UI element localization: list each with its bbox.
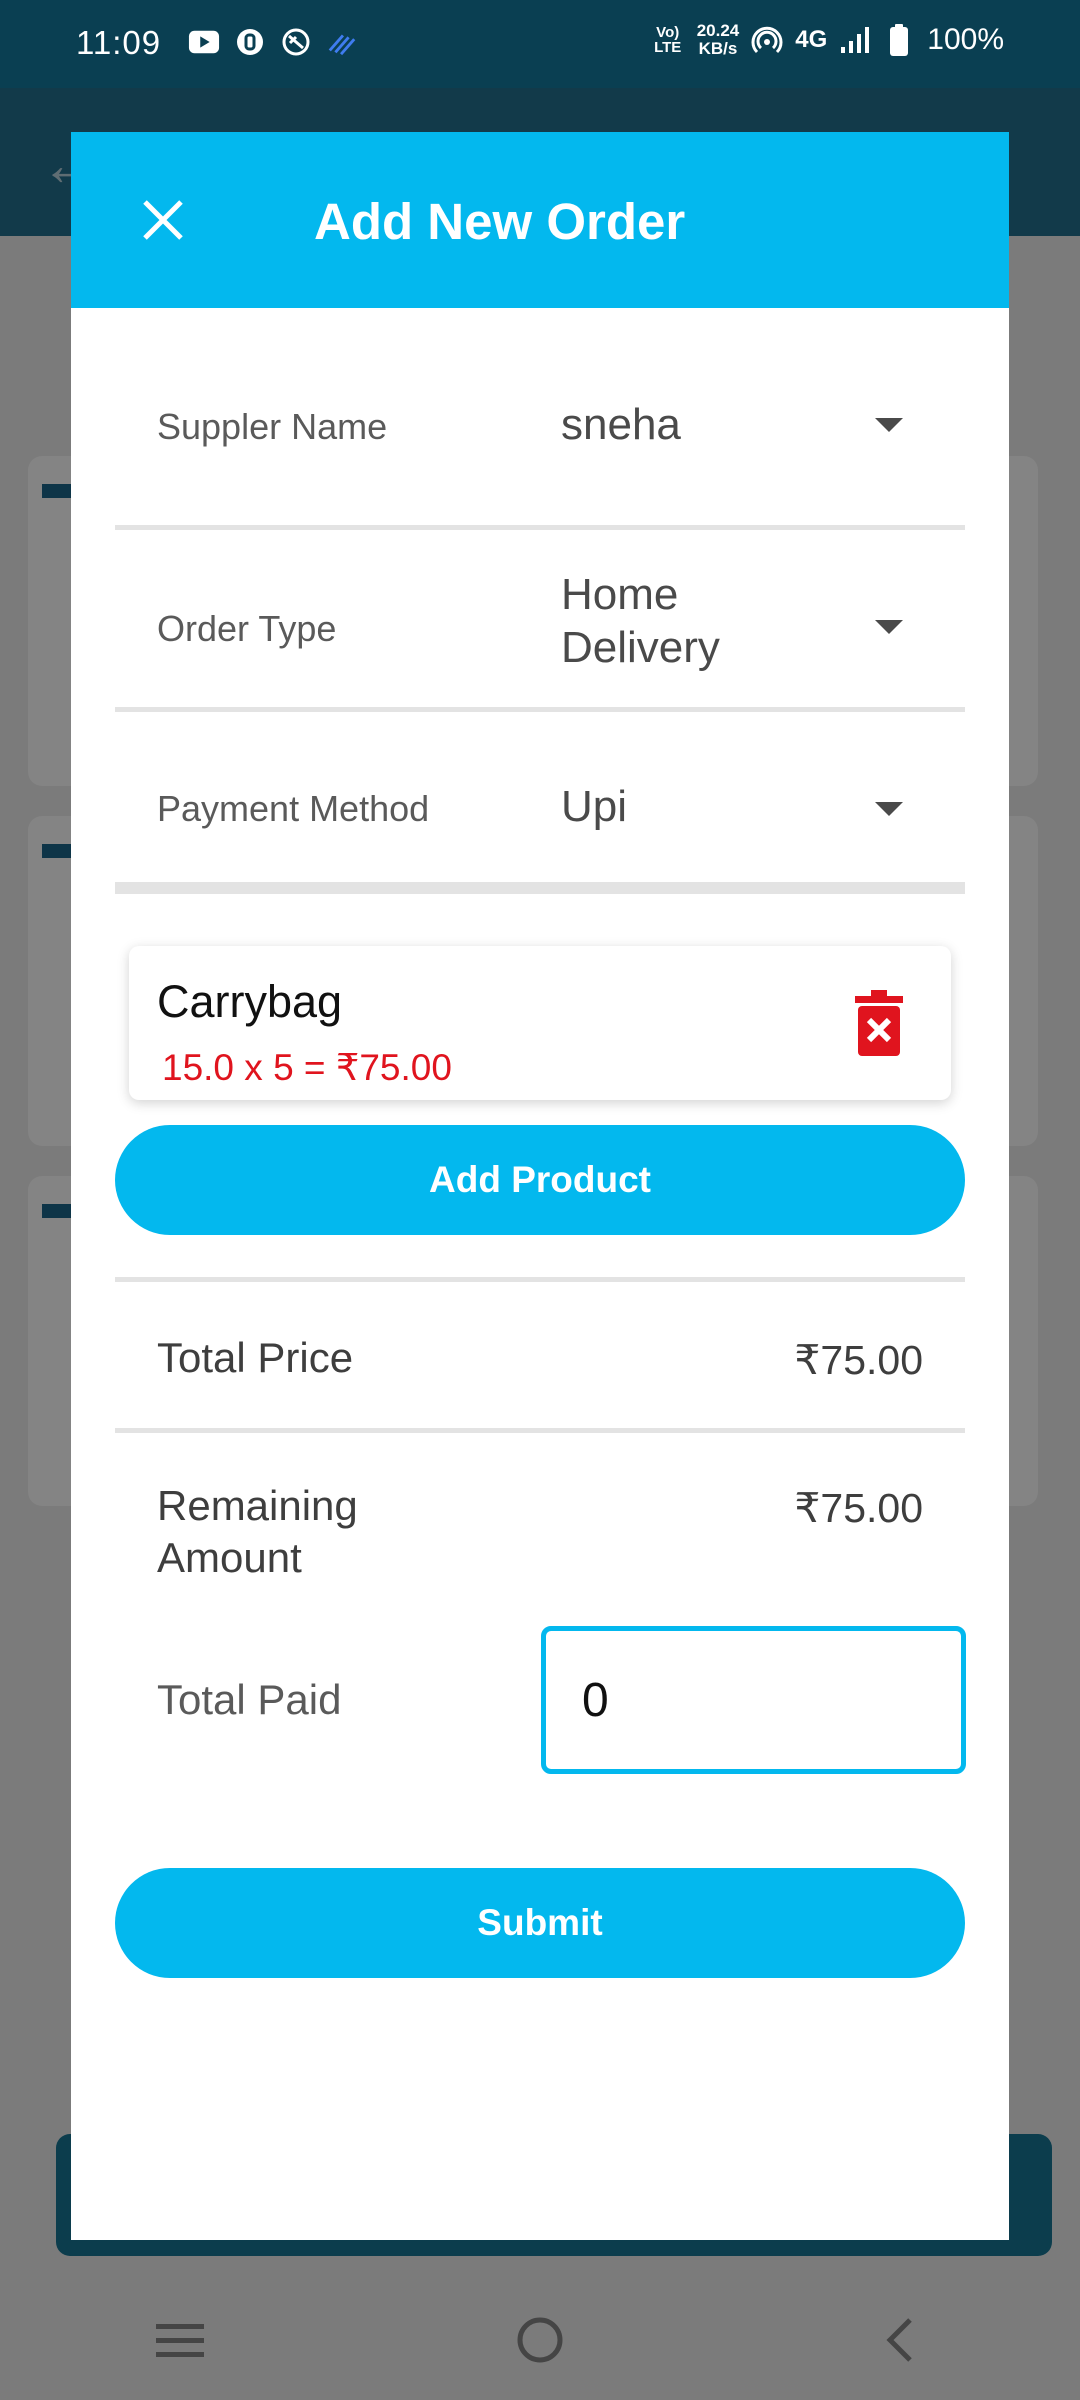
submit-button[interactable]: Submit — [115, 1868, 965, 1978]
recents-button[interactable] — [120, 2300, 240, 2380]
chevron-down-icon — [875, 802, 903, 816]
trash-icon — [855, 990, 903, 1056]
dialog-title: Add New Order — [314, 193, 686, 250]
add-order-dialog: Add New Order Suppler Name sneha Order T… — [71, 132, 1009, 2240]
remaining-amount-label-line2: Amount — [157, 1534, 302, 1581]
menu-icon — [156, 2324, 204, 2357]
total-paid-label: Total Paid — [157, 1676, 342, 1723]
delete-product-button[interactable] — [849, 988, 909, 1058]
battery-level: 100% — [927, 23, 1004, 56]
add-product-button[interactable]: Add Product — [115, 1125, 965, 1235]
close-button[interactable] — [131, 188, 195, 252]
product-name: Carrybag — [157, 976, 343, 1027]
total-price-value: ₹75.00 — [794, 1337, 923, 1383]
youtube-icon — [188, 26, 220, 58]
supplier-dropdown[interactable]: Suppler Name sneha — [115, 308, 965, 530]
home-button[interactable] — [480, 2300, 600, 2380]
payment-method-dropdown[interactable]: Payment Method Upi — [115, 712, 965, 894]
payment-method-value: Upi — [561, 782, 628, 831]
system-icons: Vo) LTE 20.24 KB/s 4G 100% — [651, 22, 1004, 58]
product-calculation: 15.0 x 5 = ₹75.00 — [162, 1047, 452, 1088]
order-type-value-line1: Home — [561, 570, 679, 619]
back-chevron-icon — [886, 2318, 912, 2362]
supplier-value: sneha — [561, 400, 681, 449]
signal-icon — [839, 24, 871, 56]
back-button[interactable] — [840, 2300, 960, 2380]
app-notification-icon — [234, 26, 266, 58]
close-icon — [143, 200, 183, 240]
battery-icon — [883, 24, 915, 56]
supplier-label: Suppler Name — [157, 406, 388, 447]
remaining-amount-label-line1: Remaining — [157, 1482, 358, 1529]
status-bar: 11:09 Vo) LTE 20.24 KB/s 4G 100% — [0, 0, 1080, 88]
chevron-down-icon — [875, 620, 903, 634]
notification-icons — [188, 26, 358, 58]
remaining-amount-value: ₹75.00 — [794, 1485, 923, 1531]
hotspot-icon — [751, 24, 783, 56]
volte-icon: Vo) LTE — [654, 24, 682, 56]
shield-app-icon — [280, 26, 312, 58]
wave-app-icon — [326, 26, 358, 58]
chevron-down-icon — [875, 418, 903, 432]
divider — [115, 1428, 965, 1433]
order-type-label: Order Type — [157, 608, 337, 649]
home-circle-icon — [517, 2317, 563, 2363]
product-item: Carrybag 15.0 x 5 = ₹75.00 — [129, 946, 951, 1100]
order-type-dropdown[interactable]: Order Type Home Delivery — [115, 530, 965, 712]
total-price-label: Total Price — [157, 1334, 354, 1381]
status-time: 11:09 — [76, 24, 162, 61]
network-speed: 20.24 KB/s — [696, 21, 740, 58]
total-paid-input[interactable] — [541, 1626, 966, 1774]
navigation-bar — [0, 2280, 1080, 2400]
divider — [115, 1277, 965, 1282]
order-type-value-line2: Delivery — [561, 623, 720, 672]
dialog-header: Add New Order — [71, 132, 1009, 308]
payment-method-label: Payment Method — [157, 788, 430, 829]
network-type: 4G — [795, 26, 828, 53]
